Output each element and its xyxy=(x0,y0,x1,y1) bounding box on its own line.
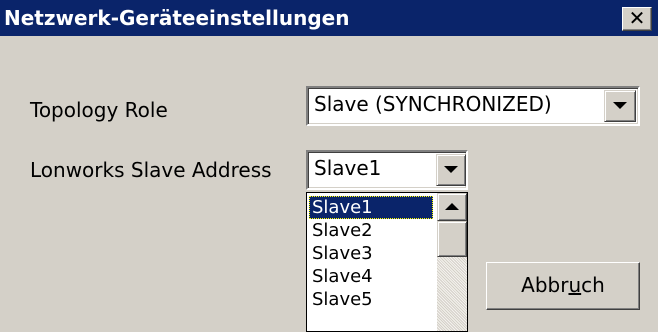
topology-role-select[interactable]: Slave (SYNCHRONIZED) xyxy=(306,86,640,126)
cancel-button[interactable]: Abbruch xyxy=(486,262,640,310)
chevron-down-icon xyxy=(444,166,458,173)
slave-address-value: Slave1 xyxy=(314,156,382,180)
slave-address-dropdown-button[interactable] xyxy=(436,154,466,186)
topology-role-value: Slave (SYNCHRONIZED) xyxy=(314,92,552,116)
chevron-down-icon xyxy=(613,102,627,109)
list-item[interactable]: Slave2 xyxy=(309,219,433,242)
list-item[interactable]: Slave4 xyxy=(309,265,433,288)
scroll-thumb[interactable] xyxy=(437,221,467,257)
list-item[interactable]: Slave1 xyxy=(309,196,433,219)
list-scrollbar[interactable] xyxy=(437,193,467,331)
close-button[interactable]: ✕ xyxy=(622,7,652,31)
slave-address-label: Lonworks Slave Address xyxy=(30,158,272,182)
close-icon: ✕ xyxy=(628,6,646,30)
topology-role-label: Topology Role xyxy=(30,98,168,122)
window-title: Netzwerk-Geräteeinstellungen xyxy=(4,6,350,30)
slave-address-dropdown-list[interactable]: Slave1 Slave2 Slave3 Slave4 Slave5 xyxy=(306,192,468,332)
title-bar: Netzwerk-Geräteeinstellungen ✕ xyxy=(0,0,658,36)
scroll-up-button[interactable] xyxy=(437,193,467,221)
scroll-up-arrow-icon xyxy=(445,203,459,210)
list-item[interactable]: Slave3 xyxy=(309,242,433,265)
slave-address-select[interactable]: Slave1 xyxy=(306,150,468,190)
list-item[interactable]: Slave5 xyxy=(309,288,433,311)
topology-dropdown-button[interactable] xyxy=(604,90,636,122)
